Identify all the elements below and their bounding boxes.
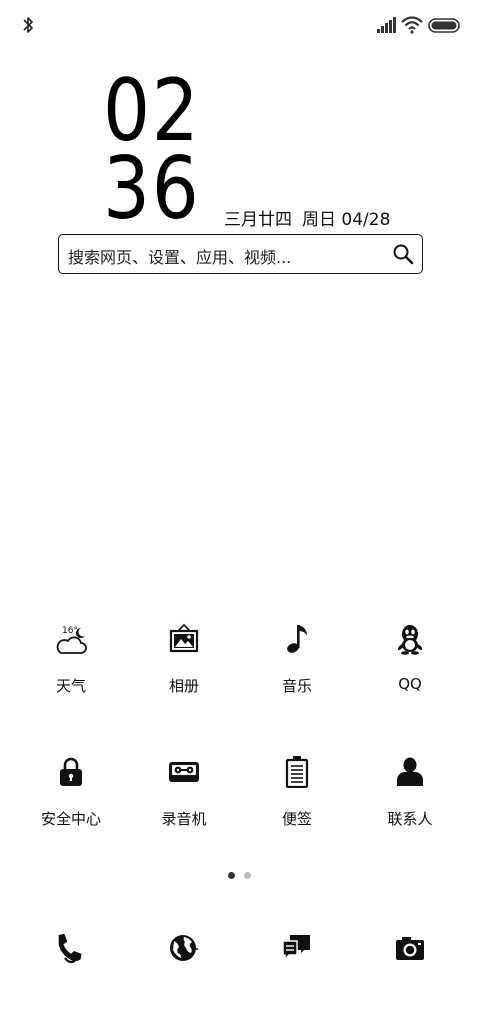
phone-icon[interactable]	[55, 932, 87, 964]
app-label: QQ	[398, 675, 422, 693]
clock-minutes[interactable]: 36	[103, 146, 223, 232]
contacts-icon	[397, 757, 423, 786]
app-label: 天气	[55, 677, 86, 695]
weather-temp: 16°	[62, 626, 78, 636]
page-dot-active	[228, 872, 235, 879]
app-label: 音乐	[281, 677, 312, 695]
bluetooth-icon	[23, 17, 33, 33]
app-gallery[interactable]: 相册	[128, 623, 240, 713]
app-qq[interactable]: QQ	[354, 623, 466, 713]
app-notes[interactable]: 便签	[241, 756, 353, 846]
app-label: 相册	[168, 677, 199, 695]
battery-icon	[428, 18, 460, 33]
app-contacts[interactable]: 联系人	[354, 756, 466, 846]
browser-icon[interactable]	[168, 932, 200, 964]
lunar-date: 三月廿四	[224, 210, 292, 230]
app-label: 安全中心	[40, 810, 101, 828]
app-recorder[interactable]: 录音机	[128, 756, 240, 846]
status-bar	[0, 0, 480, 50]
qq-icon	[397, 625, 423, 655]
messages-icon[interactable]	[281, 932, 313, 964]
app-label: 录音机	[161, 810, 207, 828]
date-line[interactable]: 三月廿四 周日 04/28	[224, 205, 390, 230]
camera-icon[interactable]	[394, 932, 426, 964]
app-label: 便签	[281, 810, 312, 828]
app-label: 联系人	[387, 810, 433, 828]
clock-minutes-text: 36	[103, 139, 201, 239]
music-icon	[287, 625, 307, 653]
security-lock-icon	[60, 757, 82, 786]
app-security-center[interactable]: 安全中心	[15, 756, 127, 846]
page-indicator[interactable]	[228, 872, 252, 880]
app-weather[interactable]: 16° 天气	[15, 623, 127, 713]
weekday-date: 周日 04/28	[302, 210, 391, 230]
notes-icon	[285, 756, 309, 788]
search-bar[interactable]: 搜索网页、设置、应用、视频...	[58, 234, 423, 274]
wifi-icon	[401, 16, 423, 34]
gallery-icon	[169, 623, 199, 653]
app-music[interactable]: 音乐	[241, 623, 353, 713]
search-icon[interactable]	[392, 243, 414, 265]
page-dot-inactive	[244, 872, 251, 879]
recorder-icon	[169, 762, 199, 782]
search-placeholder: 搜索网页、设置、应用、视频...	[68, 248, 292, 267]
cellular-signal-icon	[377, 17, 396, 33]
weather-icon: 16°	[56, 626, 87, 654]
